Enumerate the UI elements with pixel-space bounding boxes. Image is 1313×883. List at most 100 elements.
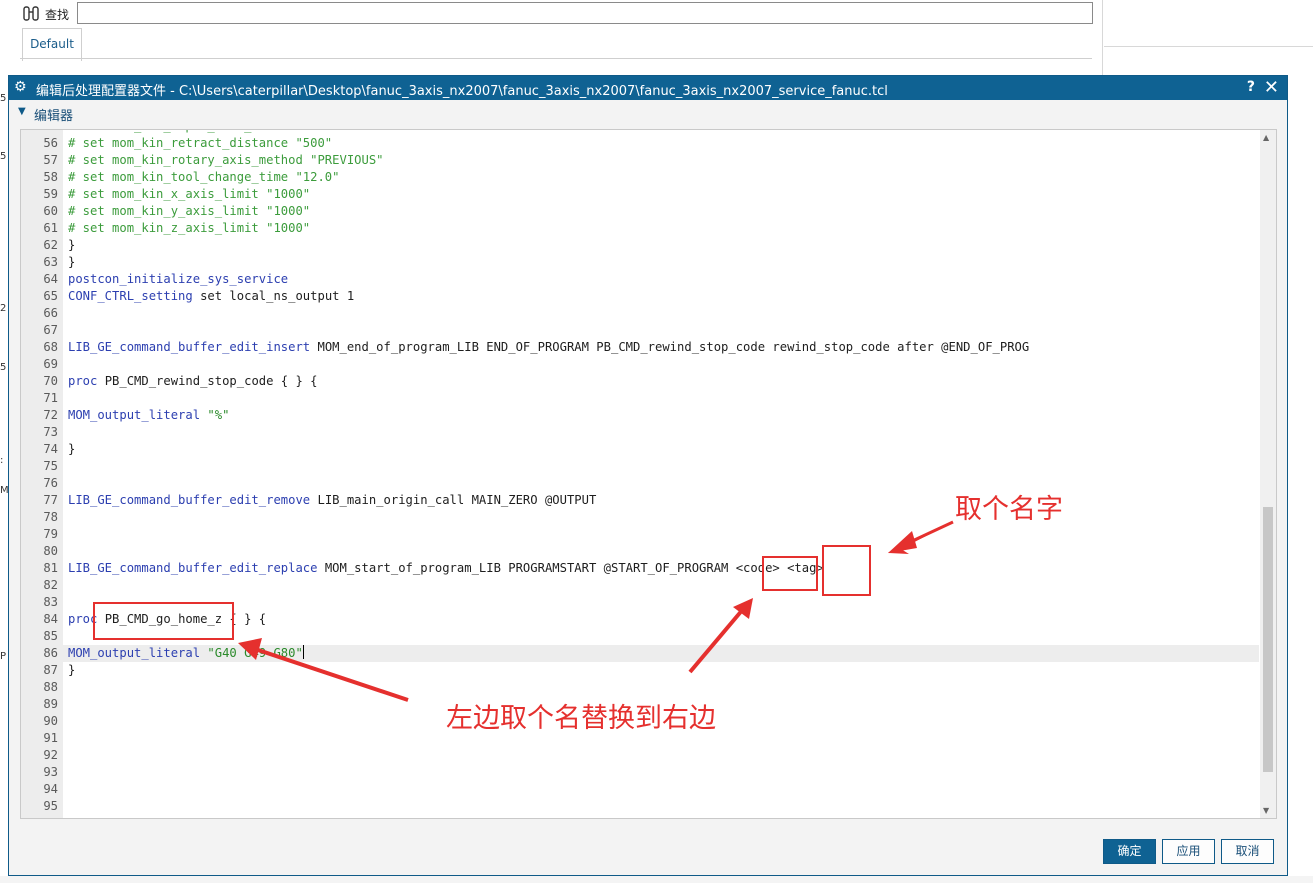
code-line[interactable]: 57 # set mom_kin_rotary_axis_method "PREV… — [21, 152, 1259, 169]
ok-button[interactable]: 确定 — [1103, 839, 1156, 864]
code-line[interactable]: 56 # set mom_kin_retract_distance "500" — [21, 135, 1259, 152]
code-line[interactable]: 86 MOM_output_literal "G40 G49 G80" — [21, 645, 1259, 662]
code-token: # set mom_kin_retract_distance "500" — [68, 136, 333, 150]
line-number: 61 — [43, 221, 58, 235]
line-text: LIB_GE_command_buffer_edit_remove LIB_ma… — [68, 492, 596, 509]
code-line[interactable]: 75 — [21, 458, 1259, 475]
line-number: 91 — [43, 731, 58, 745]
caret-down-icon[interactable]: ▼ — [18, 106, 26, 117]
code-token: # set mom_kin_rotary_axis_method "PREVIO… — [68, 153, 384, 167]
code-token: MOM_end_of_program_LIB END_OF_PROGRAM PB… — [310, 340, 1030, 354]
code-token: set local_ns_output 1 — [192, 289, 355, 303]
line-number: 76 — [43, 476, 58, 490]
line-text: } — [68, 237, 75, 254]
code-token: # set mom_kin_rapid_feed_rate "10000" — [68, 130, 340, 133]
line-number: 85 — [43, 629, 58, 643]
code-line[interactable]: 64 postcon_initialize_sys_service — [21, 271, 1259, 288]
apply-button[interactable]: 应用 — [1162, 839, 1215, 864]
scrollbar-thumb[interactable] — [1263, 507, 1273, 772]
cancel-button[interactable]: 取消 — [1221, 839, 1274, 864]
code-token: LIB_GE_command_buffer_edit_insert — [68, 340, 311, 354]
line-number: 63 — [43, 255, 58, 269]
line-number: 90 — [43, 714, 58, 728]
line-number: 80 — [43, 544, 58, 558]
code-line[interactable]: 69 — [21, 356, 1259, 373]
code-token: } — [68, 238, 76, 252]
line-number: 94 — [43, 782, 58, 796]
code-line[interactable]: 78 — [21, 509, 1259, 526]
code-line[interactable]: 94 — [21, 781, 1259, 798]
code-line[interactable]: 67 — [21, 322, 1259, 339]
code-line[interactable]: 66 — [21, 305, 1259, 322]
code-line[interactable]: 65 CONF_CTRL_setting set local_ns_output … — [21, 288, 1259, 305]
code-token: LIB_GE_command_buffer_edit_remove — [68, 493, 311, 507]
code-line[interactable]: 72 MOM_output_literal "%" — [21, 407, 1259, 424]
scroll-up-icon[interactable]: ▲ — [1263, 133, 1269, 142]
code-token: MOM_output_literal — [68, 408, 201, 422]
code-line[interactable]: 95 — [21, 798, 1259, 815]
line-number: 72 — [43, 408, 58, 422]
code-line[interactable]: 92 — [21, 747, 1259, 764]
code-line[interactable]: 79 — [21, 526, 1259, 543]
find-input[interactable] — [77, 2, 1093, 24]
help-button[interactable]: ? — [1247, 79, 1255, 95]
code-line[interactable]: 73 — [21, 424, 1259, 441]
code-line[interactable]: 63} — [21, 254, 1259, 271]
line-number: 66 — [43, 306, 58, 320]
code-line[interactable]: 77 LIB_GE_command_buffer_edit_remove LIB_… — [21, 492, 1259, 509]
code-token: } — [68, 255, 76, 269]
line-number: 64 — [43, 272, 58, 286]
line-number: 67 — [43, 323, 58, 337]
code-line[interactable]: 82 — [21, 577, 1259, 594]
code-line[interactable]: 70 proc PB_CMD_rewind_stop_code { } { — [21, 373, 1259, 390]
code-line[interactable]: 62} — [21, 237, 1259, 254]
code-token: # set mom_kin_tool_change_time "12.0" — [68, 170, 340, 184]
code-line[interactable]: 60 # set mom_kin_y_axis_limit "1000" — [21, 203, 1259, 220]
line-text: postcon_initialize_sys_service — [68, 271, 288, 288]
code-line[interactable]: 71 — [21, 390, 1259, 407]
left-edge-mark: 5 — [0, 93, 7, 104]
code-line[interactable]: 74} — [21, 441, 1259, 458]
tab-divider — [20, 58, 1092, 59]
editor-section-header[interactable]: ▼ 编辑器 — [9, 102, 1287, 124]
code-line[interactable]: 68 LIB_GE_command_buffer_edit_insert MOM_… — [21, 339, 1259, 356]
code-line[interactable]: 93 — [21, 764, 1259, 781]
left-edge-mark: : — [0, 455, 4, 466]
background-left-strip: 5 5 2 5 : M P — [0, 75, 9, 883]
code-line[interactable]: 81 LIB_GE_command_buffer_edit_replace MOM… — [21, 560, 1259, 577]
code-token: postcon_initialize_sys_service — [68, 272, 289, 286]
code-highlight-box — [762, 556, 818, 591]
code-token: proc — [68, 374, 98, 388]
code-line[interactable]: 59 # set mom_kin_x_axis_limit "1000" — [21, 186, 1259, 203]
dialog-titlebar[interactable]: ⚙ 编辑后处理配置器文件 - C:\Users\caterpillar\Desk… — [9, 76, 1287, 100]
line-number: 87 — [43, 663, 58, 677]
line-number: 57 — [43, 153, 58, 167]
code-line[interactable]: 76 — [21, 475, 1259, 492]
close-button[interactable]: ✕ — [1264, 77, 1279, 98]
line-number: 60 — [43, 204, 58, 218]
code-token: PB_CMD_rewind_stop_code { } { — [97, 374, 318, 388]
binoculars-icon[interactable] — [22, 4, 42, 24]
proc-name-highlight-box — [93, 602, 234, 640]
code-line[interactable]: 80 — [21, 543, 1259, 560]
line-number: 89 — [43, 697, 58, 711]
code-line[interactable]: 87} — [21, 662, 1259, 679]
gear-icon: ⚙ — [14, 79, 27, 95]
line-text: CONF_CTRL_setting set local_ns_output 1 — [68, 288, 354, 305]
line-text: } — [68, 254, 75, 271]
tag-highlight-box — [822, 545, 871, 596]
vertical-scrollbar[interactable]: ▲ ▼ — [1260, 130, 1276, 818]
code-line[interactable]: 88 — [21, 679, 1259, 696]
code-line[interactable]: 58 # set mom_kin_tool_change_time "12.0" — [21, 169, 1259, 186]
panel-divider — [1102, 0, 1103, 75]
line-text: } — [68, 441, 75, 458]
scroll-down-icon[interactable]: ▼ — [1263, 806, 1269, 815]
name-annotation: 取个名字 — [955, 494, 1063, 525]
line-number: 81 — [43, 561, 58, 575]
line-number: 56 — [43, 136, 58, 150]
line-text: LIB_GE_command_buffer_edit_replace MOM_s… — [68, 560, 824, 577]
code-line[interactable]: 61 # set mom_kin_z_axis_limit "1000" — [21, 220, 1259, 237]
tab-default[interactable]: Default — [22, 28, 82, 61]
background-statusbar — [0, 876, 1313, 883]
line-number: 95 — [43, 799, 58, 813]
